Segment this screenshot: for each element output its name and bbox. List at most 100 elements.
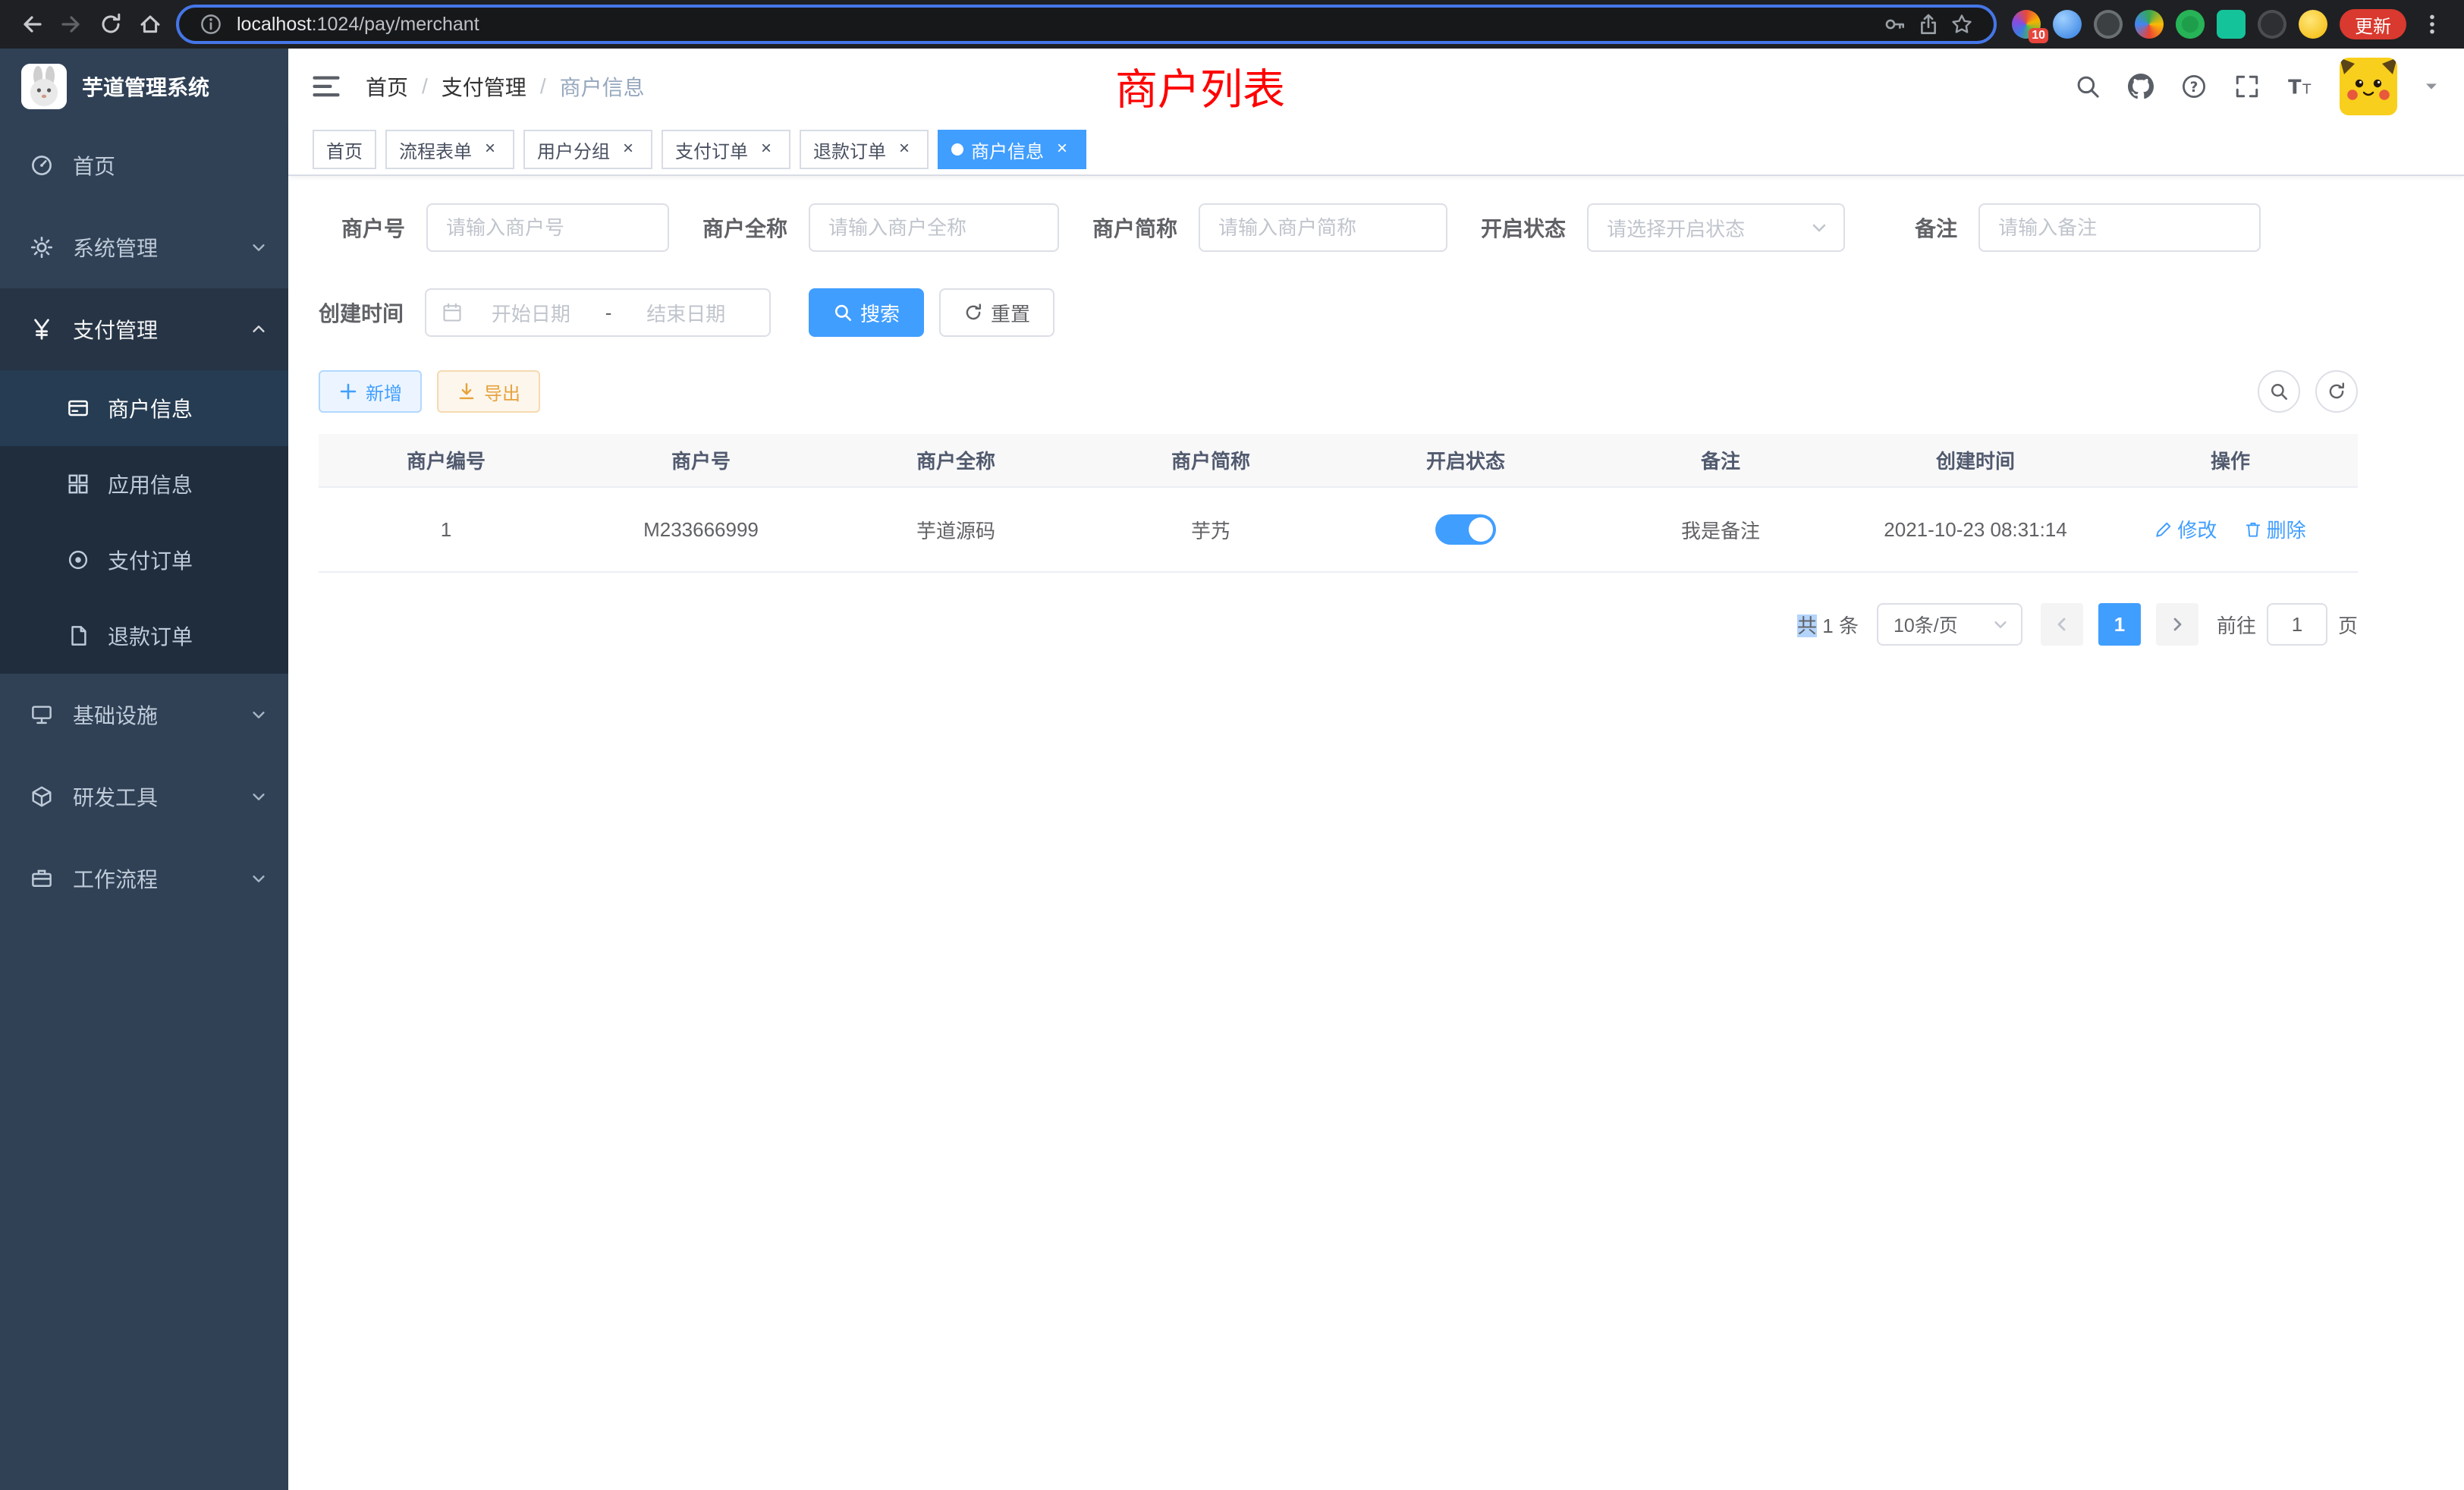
short-name-input[interactable] bbox=[1199, 203, 1447, 252]
tab-close-icon[interactable]: × bbox=[894, 139, 915, 160]
help-icon[interactable]: ? bbox=[2180, 73, 2208, 100]
extension-green-circle-icon[interactable] bbox=[2176, 10, 2205, 39]
url-host: localhost bbox=[237, 14, 312, 35]
extension-dark-paw-icon[interactable] bbox=[2258, 10, 2286, 39]
chevron-down-icon bbox=[250, 788, 267, 805]
search-icon bbox=[833, 303, 853, 322]
refresh-icon bbox=[963, 303, 983, 322]
site-info-icon[interactable] bbox=[194, 8, 228, 41]
tab-close-icon[interactable]: × bbox=[756, 139, 777, 160]
user-avatar[interactable] bbox=[2340, 58, 2397, 115]
app-logo[interactable]: 芋道管理系统 bbox=[0, 49, 288, 124]
extension-green-square-icon[interactable] bbox=[2217, 10, 2246, 39]
reset-button[interactable]: 重置 bbox=[939, 288, 1054, 337]
bookmark-star-icon[interactable] bbox=[1945, 8, 1978, 41]
active-tab-dot bbox=[951, 143, 963, 156]
sidebar-subitem-merchant-info[interactable]: 商户信息 bbox=[0, 370, 288, 446]
remark-label: 备注 bbox=[1915, 212, 1957, 243]
yen-icon bbox=[30, 318, 53, 341]
trash-icon bbox=[2244, 520, 2262, 539]
status-select[interactable]: 请选择开启状态 bbox=[1587, 203, 1845, 252]
home-icon[interactable] bbox=[130, 5, 170, 44]
edit-button[interactable]: 修改 bbox=[2154, 515, 2217, 543]
tab-refund-order[interactable]: 退款订单 × bbox=[800, 130, 929, 169]
tab-merchant-info[interactable]: 商户信息 × bbox=[938, 130, 1086, 169]
short-name-label: 商户简称 bbox=[1092, 212, 1177, 243]
breadcrumb-payment[interactable]: 支付管理 bbox=[442, 71, 526, 102]
svg-text:?: ? bbox=[2190, 80, 2198, 96]
extension-multicolor-icon[interactable] bbox=[2135, 10, 2164, 39]
font-size-icon[interactable]: TT bbox=[2286, 73, 2314, 100]
reset-button-label: 重置 bbox=[991, 299, 1030, 327]
sidebar-subitem-refund-order[interactable]: 退款订单 bbox=[0, 598, 288, 674]
delete-button[interactable]: 删除 bbox=[2244, 515, 2306, 543]
back-icon[interactable] bbox=[12, 5, 52, 44]
refresh-table-button[interactable] bbox=[2315, 370, 2358, 413]
browser-menu-icon[interactable] bbox=[2418, 5, 2446, 44]
merchant-no-input[interactable] bbox=[426, 203, 669, 252]
search-button[interactable]: 搜索 bbox=[809, 288, 924, 337]
avatar-caret-icon[interactable] bbox=[2423, 78, 2440, 95]
tab-user-group[interactable]: 用户分组 × bbox=[523, 130, 652, 169]
tab-close-icon[interactable]: × bbox=[618, 139, 639, 160]
circle-dot-icon bbox=[67, 549, 90, 571]
download-icon bbox=[457, 382, 476, 401]
fullscreen-icon[interactable] bbox=[2233, 73, 2261, 100]
sidebar-subitem-app-info[interactable]: 应用信息 bbox=[0, 446, 288, 522]
chevron-right-icon bbox=[2168, 615, 2186, 633]
tab-process-form[interactable]: 流程表单 × bbox=[385, 130, 514, 169]
status-toggle[interactable] bbox=[1435, 514, 1496, 545]
forward-icon[interactable] bbox=[52, 5, 91, 44]
github-icon[interactable] bbox=[2127, 73, 2154, 100]
extension-colorful-icon[interactable]: 10 bbox=[2012, 10, 2041, 39]
full-name-input[interactable] bbox=[809, 203, 1059, 252]
sidebar-item-system[interactable]: 系统管理 bbox=[0, 206, 288, 288]
tab-close-icon[interactable]: × bbox=[479, 139, 501, 160]
edit-pencil-icon bbox=[2154, 520, 2173, 539]
goto-page-input[interactable] bbox=[2267, 603, 2327, 646]
address-bar[interactable]: localhost:1024/pay/merchant bbox=[176, 5, 1997, 44]
page-size-select[interactable]: 10条/页 bbox=[1877, 603, 2022, 646]
logo-rabbit-avatar bbox=[21, 64, 67, 109]
dashboard-icon bbox=[30, 154, 53, 177]
share-icon[interactable] bbox=[1912, 8, 1945, 41]
export-button[interactable]: 导出 bbox=[437, 370, 540, 413]
extension-yellow-smiley-icon[interactable] bbox=[2299, 10, 2327, 39]
sidebar-item-infrastructure[interactable]: 基础设施 bbox=[0, 674, 288, 756]
sidebar-item-workflow[interactable]: 工作流程 bbox=[0, 838, 288, 919]
sidebar-item-dev-tools[interactable]: 研发工具 bbox=[0, 756, 288, 838]
page-number-button[interactable]: 1 bbox=[2098, 603, 2141, 646]
sidebar-subitem-label: 应用信息 bbox=[108, 469, 193, 499]
screen: localhost:1024/pay/merchant 10 更新 bbox=[0, 0, 2464, 1490]
tab-home[interactable]: 首页 bbox=[313, 130, 376, 169]
reload-icon[interactable] bbox=[91, 5, 130, 44]
add-button[interactable]: 新增 bbox=[319, 370, 422, 413]
sidebar-item-label: 系统管理 bbox=[73, 232, 158, 262]
password-key-icon[interactable] bbox=[1878, 8, 1912, 41]
create-time-range-picker[interactable]: 开始日期 - 结束日期 bbox=[425, 288, 771, 337]
chevron-up-icon bbox=[250, 321, 267, 338]
sidebar-item-home[interactable]: 首页 bbox=[0, 124, 288, 206]
toggle-search-button[interactable] bbox=[2258, 370, 2300, 413]
date-end-placeholder: 结束日期 bbox=[618, 299, 754, 327]
next-page-button[interactable] bbox=[2156, 603, 2198, 646]
svg-text:T: T bbox=[2302, 82, 2312, 98]
remark-input[interactable] bbox=[1978, 203, 2261, 252]
goto-page: 前往 页 bbox=[2217, 603, 2358, 646]
sidebar-item-payment[interactable]: 支付管理 bbox=[0, 288, 288, 370]
hamburger-icon[interactable] bbox=[311, 71, 341, 102]
prev-page-button[interactable] bbox=[2041, 603, 2083, 646]
extension-dark-circle-icon[interactable] bbox=[2094, 10, 2123, 39]
browser-update-button[interactable]: 更新 bbox=[2340, 9, 2406, 39]
tab-label: 用户分组 bbox=[537, 137, 610, 163]
breadcrumb-home[interactable]: 首页 bbox=[366, 71, 408, 102]
total-count-selected: 共 bbox=[1797, 615, 1817, 637]
extension-blue-drop-icon[interactable] bbox=[2053, 10, 2082, 39]
search-icon[interactable] bbox=[2074, 73, 2101, 100]
col-merchant-no: 商户号 bbox=[574, 434, 828, 487]
tab-close-icon[interactable]: × bbox=[1051, 139, 1073, 160]
sidebar: 芋道管理系统 首页 系统管理 支付管理 bbox=[0, 49, 288, 1490]
navbar-actions: ? TT bbox=[2074, 58, 2440, 115]
tab-pay-order[interactable]: 支付订单 × bbox=[662, 130, 790, 169]
sidebar-subitem-pay-order[interactable]: 支付订单 bbox=[0, 522, 288, 598]
